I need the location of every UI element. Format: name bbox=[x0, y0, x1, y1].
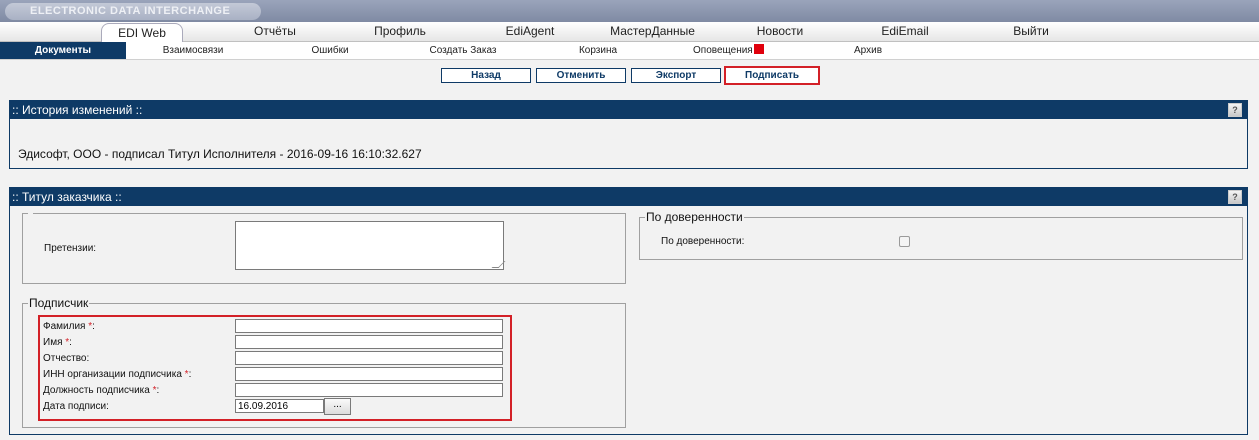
submenu-relations[interactable]: Взаимосвязи bbox=[148, 42, 238, 59]
submenu-create-order[interactable]: Создать Заказ bbox=[418, 42, 508, 59]
history-panel: :: История изменений :: ? Эдисофт, ООО -… bbox=[9, 100, 1248, 169]
lastname-label: Фамилия *: bbox=[43, 321, 95, 332]
proxy-label: По доверенности: bbox=[661, 236, 745, 247]
submenu-notifications[interactable]: Оповещения bbox=[693, 42, 773, 59]
signer-legend: Подписчик bbox=[29, 296, 89, 310]
menu-profile[interactable]: Профиль bbox=[355, 22, 445, 41]
notifications-label: Оповещения bbox=[693, 45, 753, 56]
submenu-errors[interactable]: Ошибки bbox=[285, 42, 375, 59]
menu-edi-web[interactable]: EDI Web bbox=[101, 23, 183, 43]
submenu-archive[interactable]: Архив bbox=[823, 42, 913, 59]
menu-reports[interactable]: Отчёты bbox=[230, 22, 320, 41]
platform-brand: ELECTRONIC DATA INTERCHANGE PLATFORM bbox=[5, 3, 261, 34]
inn-label: ИНН организации подписчика *: bbox=[43, 369, 192, 380]
firstname-label: Имя *: bbox=[43, 337, 72, 348]
customer-title: :: Титул заказчика :: bbox=[12, 190, 122, 204]
sign-button[interactable]: Подписать bbox=[724, 66, 820, 85]
history-panel-header: :: История изменений :: ? bbox=[10, 101, 1247, 119]
middlename-label: Отчество: bbox=[43, 353, 90, 364]
history-title: :: История изменений :: bbox=[12, 103, 143, 117]
menu-masterdata[interactable]: МастерДанные bbox=[600, 22, 705, 41]
claims-textarea[interactable] bbox=[235, 221, 504, 270]
middlename-input[interactable] bbox=[235, 351, 503, 365]
customer-title-panel: :: Титул заказчика :: ? Претензии: По до… bbox=[9, 187, 1248, 435]
menu-ediagent[interactable]: EdiAgent bbox=[485, 22, 575, 41]
proxy-legend: По доверенности bbox=[646, 210, 743, 224]
submenu-cart[interactable]: Корзина bbox=[553, 42, 643, 59]
claims-label: Претензии: bbox=[44, 243, 97, 254]
proxy-fieldset: По доверенности bbox=[639, 210, 1243, 260]
notification-badge-icon bbox=[753, 44, 764, 54]
position-label: Должность подписчика *: bbox=[43, 385, 160, 396]
lastname-input[interactable] bbox=[235, 319, 503, 333]
main-menu: EDI Web Отчёты Профиль EdiAgent МастерДа… bbox=[0, 22, 1259, 43]
help-icon[interactable]: ? bbox=[1228, 190, 1242, 204]
menu-logout[interactable]: Выйти bbox=[986, 22, 1076, 41]
history-entry: Эдисофт, ООО - подписал Титул Исполнител… bbox=[18, 147, 422, 161]
firstname-input[interactable] bbox=[235, 335, 503, 349]
customer-title-header: :: Титул заказчика :: ? bbox=[10, 188, 1247, 206]
top-bar: ELECTRONIC DATA INTERCHANGE PLATFORM bbox=[0, 0, 1259, 34]
menu-ediemail[interactable]: EdiEmail bbox=[860, 22, 950, 41]
sign-date-input[interactable] bbox=[235, 399, 324, 413]
sub-menu: Документы Взаимосвязи Ошибки Создать Зак… bbox=[0, 42, 1259, 60]
claims-legend bbox=[28, 206, 33, 220]
submenu-documents[interactable]: Документы bbox=[0, 42, 126, 59]
export-button[interactable]: Экспорт bbox=[631, 68, 721, 83]
inn-input[interactable] bbox=[235, 367, 503, 381]
date-picker-button[interactable]: ... bbox=[324, 398, 351, 415]
sign-date-label: Дата подписи: bbox=[43, 401, 109, 412]
position-input[interactable] bbox=[235, 383, 503, 397]
back-button[interactable]: Назад bbox=[441, 68, 531, 83]
cancel-button[interactable]: Отменить bbox=[536, 68, 626, 83]
help-icon[interactable]: ? bbox=[1228, 103, 1242, 117]
menu-news[interactable]: Новости bbox=[735, 22, 825, 41]
proxy-checkbox[interactable] bbox=[899, 236, 910, 247]
